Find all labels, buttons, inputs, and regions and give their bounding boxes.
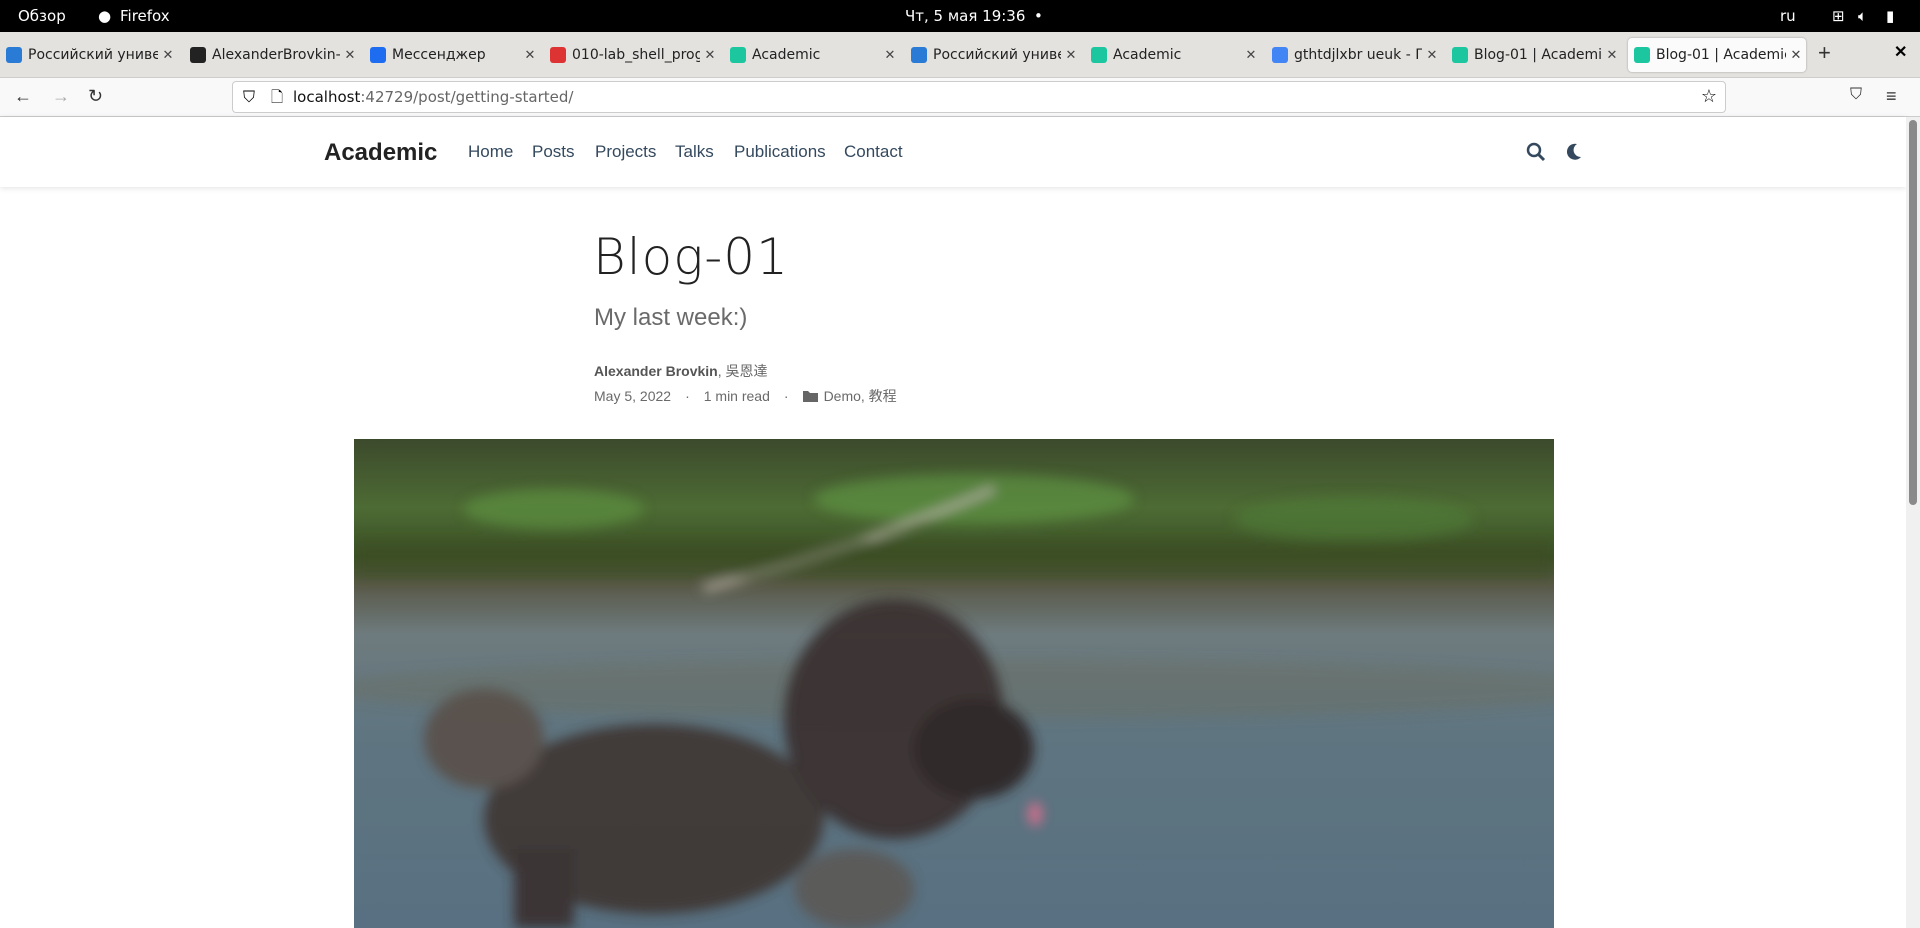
site-header: Academic Home Posts Projects Talks Publi… (0, 117, 1906, 187)
post-subtitle: My last week:) (594, 304, 748, 331)
tab-bar: + ✕ Российский универ ✕ AlexanderBrovkin-l… (0, 32, 1920, 78)
author-link[interactable]: Alexander Brovkin (594, 363, 718, 379)
language-indicator[interactable]: ru (1780, 7, 1796, 25)
close-tab-icon[interactable]: ✕ (340, 48, 360, 63)
close-tab-icon[interactable]: ✕ (880, 48, 900, 63)
site-logo[interactable]: Academic (324, 139, 437, 167)
read-time: 1 min read (703, 388, 770, 404)
lab-icon (550, 47, 566, 63)
volume-icon[interactable]: 🔈︎ (1858, 7, 1867, 25)
close-tab-icon[interactable]: ✕ (1602, 48, 1622, 63)
forward-button[interactable]: → (52, 86, 70, 107)
tab-label: Мессенджер (392, 47, 486, 63)
browser-tab[interactable]: 010-lab_shell_prog ✕ (544, 38, 720, 72)
url-host: localhost (293, 88, 361, 106)
separator: · (685, 388, 690, 404)
back-button[interactable]: ← (14, 86, 32, 107)
app-menu[interactable]: Firefox (120, 7, 170, 25)
featured-image-dog (354, 439, 1554, 928)
network-icon[interactable]: ⊞ (1832, 7, 1845, 25)
firefox-icon: ● (98, 7, 112, 25)
nav-home[interactable]: Home (468, 142, 513, 162)
university-icon (911, 47, 927, 63)
notification-dot-icon: • (1034, 7, 1043, 25)
university-icon (6, 47, 22, 63)
new-tab-button[interactable]: + (1818, 40, 1831, 66)
tab-label: Blog-01 | Academic (1474, 47, 1602, 63)
search-icon[interactable] (1526, 142, 1546, 162)
page-icon: 🗋︎ (271, 88, 284, 106)
url-bar[interactable]: ⛉ 🗋︎ localhost:42729/post/getting-starte… (232, 81, 1726, 113)
menu-icon[interactable]: ≡ (1886, 86, 1897, 107)
post-categories[interactable]: Demo, 教程 (824, 386, 897, 406)
close-tab-icon[interactable]: ✕ (158, 48, 178, 63)
post-date: May 5, 2022 (594, 388, 672, 404)
url-path: :42729/post/getting-started/ (360, 88, 574, 106)
academic-icon (730, 47, 746, 63)
browser-tab[interactable]: Blog-01 | Academic ✕ (1446, 38, 1622, 72)
shield-icon[interactable]: ⛉ (243, 87, 255, 107)
close-tab-icon[interactable]: ✕ (520, 48, 540, 63)
nav-publications[interactable]: Publications (734, 142, 826, 162)
browser-tab[interactable]: Blog-01 | Academic ✕ (1628, 38, 1806, 72)
browser-tab[interactable]: Academic ✕ (1085, 38, 1261, 72)
page-scrollbar[interactable] (1906, 117, 1920, 928)
post-title: Blog-01 (593, 228, 789, 286)
author-other[interactable]: , 吳恩達 (718, 363, 768, 379)
tab-label: 010-lab_shell_prog (572, 47, 700, 63)
reload-button[interactable]: ↻ (88, 86, 103, 107)
tab-label: Academic (752, 47, 821, 63)
tab-label: Российский универ (28, 47, 158, 63)
close-window-button[interactable]: ✕ (1894, 42, 1907, 62)
separator: · (783, 388, 789, 404)
nav-posts[interactable]: Posts (532, 142, 575, 162)
dark-mode-moon-icon[interactable] (1565, 142, 1583, 162)
tab-label: Российский универ (933, 47, 1061, 63)
close-tab-icon[interactable]: ✕ (1241, 48, 1261, 63)
nav-talks[interactable]: Talks (675, 142, 714, 162)
browser-tab[interactable]: AlexanderBrovkin-l ✕ (184, 38, 360, 72)
tab-label: AlexanderBrovkin-l (212, 47, 340, 63)
post-meta: May 5, 2022 · 1 min read · Demo, 教程 (594, 386, 897, 406)
system-top-bar: Обзор ● Firefox Чт, 5 мая 19:36 • ru ⊞ 🔈… (0, 0, 1920, 32)
academic-icon (1634, 47, 1650, 63)
navigation-toolbar: ← → ↻ ⛉ 🗋︎ localhost:42729/post/getting-… (0, 78, 1920, 117)
tab-label: gthtdjlxbr ueuk - По (1294, 47, 1422, 63)
close-tab-icon[interactable]: ✕ (700, 48, 720, 63)
messenger-icon (370, 47, 386, 63)
close-tab-icon[interactable]: ✕ (1061, 48, 1081, 63)
browser-tab[interactable]: Российский универ ✕ (905, 38, 1081, 72)
folder-icon (802, 391, 818, 402)
nav-projects[interactable]: Projects (595, 142, 656, 162)
browser-tab[interactable]: Academic ✕ (724, 38, 900, 72)
academic-icon (1452, 47, 1468, 63)
tab-label: Blog-01 | Academic (1656, 47, 1786, 63)
overview-button[interactable]: Обзор (18, 7, 66, 25)
post-authors: Alexander Brovkin, 吳恩達 (594, 361, 768, 381)
tab-label: Academic (1113, 47, 1182, 63)
close-tab-icon[interactable]: ✕ (1422, 48, 1442, 63)
nav-contact[interactable]: Contact (844, 142, 903, 162)
scrollbar-thumb[interactable] (1909, 120, 1917, 505)
battery-icon[interactable]: ▮ (1886, 7, 1894, 25)
pocket-icon[interactable]: ⛉ (1850, 86, 1862, 104)
browser-tab[interactable]: Мессенджер ✕ (364, 38, 540, 72)
bookmark-star-icon[interactable]: ☆ (1701, 86, 1717, 107)
github-icon (190, 47, 206, 63)
browser-tab[interactable]: Российский универ ✕ (0, 38, 178, 72)
academic-icon (1091, 47, 1107, 63)
close-tab-icon[interactable]: ✕ (1786, 48, 1806, 63)
clock[interactable]: Чт, 5 мая 19:36 (905, 7, 1025, 25)
browser-tab[interactable]: gthtdjlxbr ueuk - По ✕ (1266, 38, 1442, 72)
google-icon (1272, 47, 1288, 63)
